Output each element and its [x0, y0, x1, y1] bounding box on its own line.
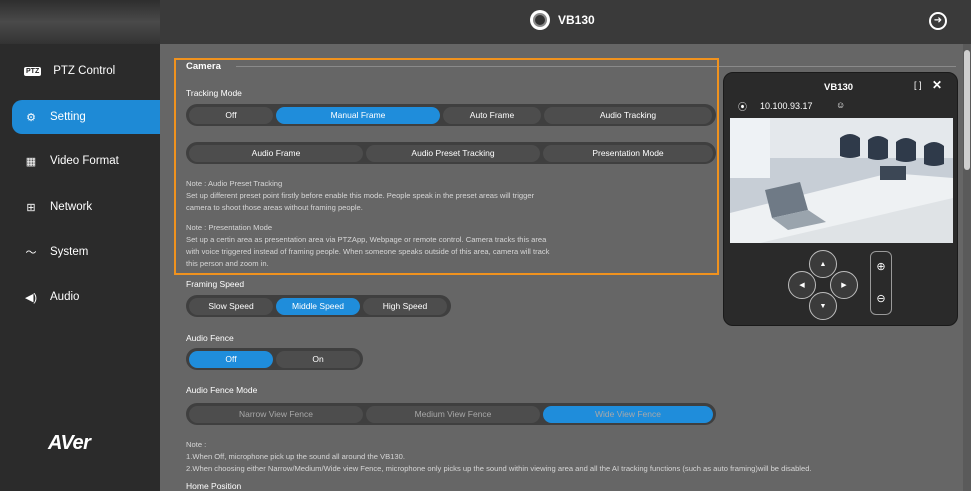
- gear-icon: ⚙: [26, 111, 36, 124]
- ptz-icon: PTZ: [24, 66, 42, 76]
- scrollbar-thumb[interactable]: [964, 50, 970, 170]
- tracking-option-audio-tracking[interactable]: Audio Tracking: [544, 106, 712, 124]
- fence-option-wide[interactable]: Wide View Fence: [543, 405, 713, 423]
- close-icon[interactable]: ✕: [932, 78, 942, 92]
- tracking-option-audio-preset-tracking[interactable]: Audio Preset Tracking: [366, 144, 540, 162]
- fence-option-medium[interactable]: Medium View Fence: [366, 405, 540, 423]
- tracking-mode-label: Tracking Mode: [186, 88, 242, 98]
- note-audio-fence: Note : 1.When Off, microphone pick up th…: [186, 439, 812, 475]
- ptz-panel-title: VB130: [824, 82, 854, 93]
- zoom-control: ⊕ ⊖: [870, 251, 892, 315]
- note-line: this person and zoom in.: [186, 259, 269, 268]
- note-line: Set up different preset point firstly be…: [186, 191, 535, 200]
- note-line: 1.When Off, microphone pick up the sound…: [186, 452, 405, 461]
- zoom-in-icon[interactable]: ⊕: [874, 260, 888, 274]
- pan-down-button[interactable]: ▼: [809, 292, 837, 320]
- sidebar-item-video-format[interactable]: ▦ Video Format: [0, 144, 160, 178]
- audio-fence-label: Audio Fence: [186, 333, 234, 343]
- zoom-out-icon[interactable]: ⊖: [874, 292, 888, 306]
- aver-logo: AVer: [48, 432, 91, 454]
- note-title: Note : Presentation Mode: [186, 223, 273, 232]
- framing-speed-group: Slow Speed Middle Speed High Speed: [186, 295, 451, 317]
- sidebar-item-label: Video Format: [50, 155, 119, 167]
- sidebar-item-label: Audio: [50, 291, 80, 303]
- note-title: Note :: [186, 440, 207, 449]
- audio-fence-on[interactable]: On: [276, 350, 360, 368]
- sidebar: PTZ PTZ Control ⚙ Setting ▦ Video Format…: [0, 44, 160, 491]
- note-presentation-mode: Note : Presentation Mode Set up a certin…: [186, 222, 549, 270]
- film-icon: ▦: [25, 155, 37, 168]
- sidebar-item-setting[interactable]: ⚙ Setting: [12, 100, 160, 134]
- note-line: camera to shoot those areas without fram…: [186, 203, 363, 212]
- expand-icon[interactable]: [ ]: [914, 80, 922, 90]
- speed-option-slow[interactable]: Slow Speed: [189, 297, 273, 315]
- pan-left-button[interactable]: ◀: [788, 271, 816, 299]
- logout-icon[interactable]: ➜: [929, 12, 947, 30]
- framing-speed-label: Framing Speed: [186, 279, 245, 289]
- pan-right-button[interactable]: ▶: [830, 271, 858, 299]
- device-header: VB130: [530, 10, 595, 30]
- ptz-ip-address: 10.100.93.17: [760, 101, 813, 111]
- ptz-preview-panel: VB130 [ ] ✕ ⦿ 10.100.93.17 ☺ ▲ ▼ ◀ ▶ ⊕ ⊖: [723, 72, 958, 326]
- tracking-option-presentation-mode[interactable]: Presentation Mode: [543, 144, 713, 162]
- sidebar-item-audio[interactable]: ◀) Audio: [0, 280, 160, 314]
- sidebar-item-label: System: [50, 246, 89, 258]
- note-title: Note : Audio Preset Tracking: [186, 179, 283, 188]
- conference-room-illustration: [730, 118, 953, 243]
- sidebar-item-ptz-control[interactable]: PTZ PTZ Control: [0, 54, 160, 88]
- fence-option-narrow[interactable]: Narrow View Fence: [189, 405, 363, 423]
- pan-up-button[interactable]: ▲: [809, 250, 837, 278]
- direction-pad: ▲ ▼ ◀ ▶: [788, 250, 858, 320]
- audio-fence-mode-label: Audio Fence Mode: [186, 385, 258, 395]
- sidebar-item-label: Setting: [50, 111, 86, 123]
- top-bar: VB130 ➜: [0, 0, 971, 44]
- tracking-option-auto-frame[interactable]: Auto Frame: [443, 106, 541, 124]
- camera-icon: [530, 10, 550, 30]
- tracking-option-audio-frame[interactable]: Audio Frame: [189, 144, 363, 162]
- tracking-mode-group-1: Off Manual Frame Auto Frame Audio Tracki…: [186, 104, 716, 126]
- section-title-camera: Camera: [186, 61, 221, 72]
- sidebar-item-system[interactable]: 〜 System: [0, 235, 160, 269]
- sidebar-item-label: Network: [50, 201, 93, 213]
- tracking-option-off[interactable]: Off: [189, 106, 273, 124]
- note-audio-preset: Note : Audio Preset Tracking Set up diff…: [186, 178, 534, 214]
- note-line: 2.When choosing either Narrow/Medium/Wid…: [186, 464, 812, 473]
- tracking-option-manual-frame[interactable]: Manual Frame: [276, 106, 440, 124]
- pulse-icon: 〜: [25, 247, 37, 259]
- scrollbar[interactable]: [963, 44, 971, 491]
- speed-option-middle[interactable]: Middle Speed: [276, 297, 360, 315]
- device-title: VB130: [558, 13, 595, 27]
- audio-fence-group: Off On: [186, 348, 363, 370]
- tracking-mode-group-2: Audio Frame Audio Preset Tracking Presen…: [186, 142, 716, 164]
- note-line: with voice triggered instead of framing …: [186, 247, 550, 256]
- sidebar-header: [0, 0, 160, 44]
- camera-preview-image: [730, 118, 953, 243]
- location-icon: ⦿: [738, 102, 748, 112]
- home-position-label: Home Position: [186, 481, 242, 491]
- audio-fence-off[interactable]: Off: [189, 350, 273, 368]
- speaker-icon: ◀): [24, 291, 38, 304]
- speed-option-high[interactable]: High Speed: [363, 297, 447, 315]
- sidebar-item-label: PTZ Control: [53, 65, 116, 77]
- audio-fence-mode-group: Narrow View Fence Medium View Fence Wide…: [186, 403, 716, 425]
- note-line: Set up a certin area as presentation are…: [186, 235, 547, 244]
- sidebar-item-network[interactable]: ⊞ Network: [0, 190, 160, 224]
- user-icon: ☺: [836, 100, 846, 110]
- network-icon: ⊞: [26, 201, 36, 214]
